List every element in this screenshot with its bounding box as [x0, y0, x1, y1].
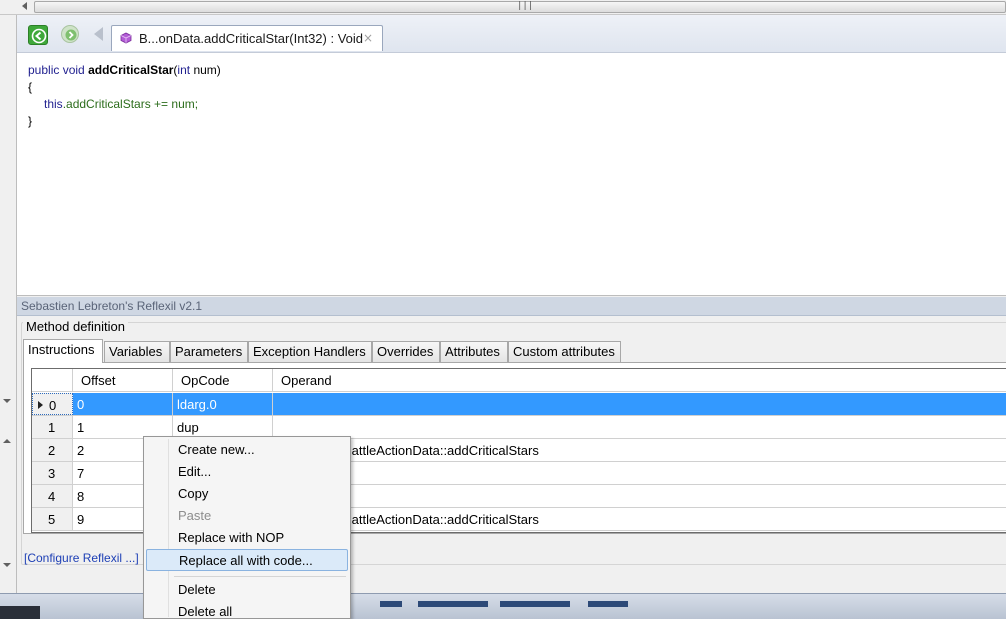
- code-line-brace-open: {: [28, 80, 33, 94]
- menu-item-paste: Paste: [178, 508, 212, 523]
- scrollbar-grip-icon: |||: [517, 1, 534, 11]
- menu-item-edit[interactable]: Edit...: [146, 461, 348, 483]
- code-type[interactable]: int: [177, 63, 190, 77]
- scroll-left-arrow-icon[interactable]: [22, 2, 27, 10]
- tab-parameters[interactable]: Parameters: [170, 341, 248, 362]
- menu-item-delete[interactable]: Delete: [146, 579, 348, 601]
- taskbar-item[interactable]: [380, 601, 402, 607]
- column-header-operand[interactable]: Operand: [273, 369, 1006, 392]
- code-keyword: void: [62, 63, 85, 77]
- cell-offset[interactable]: 1: [73, 416, 173, 438]
- left-tree-panel: [0, 15, 17, 593]
- cell-opcode[interactable]: dup: [173, 416, 273, 438]
- code-method-name[interactable]: addCriticalStar: [88, 63, 173, 77]
- code-keyword: this: [44, 97, 63, 111]
- cell-operand[interactable]: BattleActionData::addCriticalStars: [273, 508, 1006, 530]
- grid-context-menu: Create new... Edit... Copy Paste Replace…: [143, 436, 351, 619]
- configure-reflexil-link[interactable]: [Configure Reflexil ...]: [24, 551, 139, 565]
- method-icon: [120, 32, 132, 44]
- code-statement[interactable]: .addCriticalStars += num;: [63, 97, 198, 111]
- reflexil-title: Sebastien Lebreton's Reflexil v2.1: [17, 297, 1006, 316]
- close-icon[interactable]: ×: [363, 31, 373, 45]
- current-row-arrow-icon: [38, 401, 43, 409]
- menu-item-create-new[interactable]: Create new...: [146, 439, 348, 461]
- row-header[interactable]: 4: [32, 485, 73, 507]
- cell-operand[interactable]: BattleActionData::addCriticalStars: [273, 439, 1006, 461]
- cell-offset[interactable]: 0: [73, 393, 173, 415]
- code-line-body: this.addCriticalStars += num;: [44, 97, 198, 111]
- tab-method-addCriticalStar[interactable]: B...onData.addCriticalStar(Int32) : Void…: [111, 25, 383, 51]
- taskbar-item[interactable]: [588, 601, 628, 607]
- row-header[interactable]: 1: [32, 416, 73, 438]
- back-arrow-icon[interactable]: [28, 25, 48, 45]
- horizontal-scrollbar[interactable]: |||: [0, 0, 1006, 15]
- tab-attributes[interactable]: Attributes: [440, 341, 508, 362]
- tab-scroll-left-icon[interactable]: [94, 27, 103, 41]
- forward-arrow-icon[interactable]: [61, 25, 79, 43]
- menu-separator: [174, 576, 346, 577]
- cell-operand[interactable]: [273, 416, 1006, 438]
- column-header-offset[interactable]: Offset: [73, 369, 173, 392]
- scroll-down-arrow-icon[interactable]: [3, 563, 11, 567]
- cell-operand[interactable]: [273, 462, 1006, 484]
- code-line-signature: public void addCriticalStar(int num): [28, 63, 221, 77]
- row-header-corner: [32, 369, 73, 392]
- row-header[interactable]: 2: [32, 439, 73, 461]
- menu-item-replace-with-nop[interactable]: Replace with NOP: [146, 527, 348, 549]
- code-view[interactable]: public void addCriticalStar(int num) { t…: [17, 53, 1006, 296]
- taskbar-item[interactable]: [418, 601, 488, 607]
- code-punct: ): [216, 63, 221, 77]
- menu-item-copy[interactable]: Copy: [146, 483, 348, 505]
- group-label: Method definition: [23, 319, 129, 334]
- row-header[interactable]: 3: [32, 462, 73, 484]
- scroll-down-arrow-icon[interactable]: [3, 399, 11, 403]
- table-row[interactable]: 0 0 ldarg.0: [32, 393, 1006, 416]
- code-line-brace-close: }: [28, 114, 33, 128]
- cell-operand[interactable]: [273, 485, 1006, 507]
- cell-operand[interactable]: [273, 393, 1006, 415]
- tab-exception-handlers[interactable]: Exception Handlers: [248, 341, 372, 362]
- tab-variables[interactable]: Variables: [104, 341, 170, 362]
- grid-header: Offset OpCode Operand: [32, 369, 1006, 392]
- row-header[interactable]: 5: [32, 508, 73, 530]
- scroll-up-arrow-icon[interactable]: [3, 439, 11, 443]
- cell-opcode[interactable]: ldarg.0: [173, 393, 273, 415]
- menu-item-delete-all[interactable]: Delete all: [146, 601, 348, 619]
- document-toolbar: B...onData.addCriticalStar(Int32) : Void…: [17, 15, 1006, 53]
- menu-item-replace-all-with-code[interactable]: Replace all with code...: [146, 549, 348, 571]
- taskbar-item[interactable]: [500, 601, 570, 607]
- row-index: 0: [49, 398, 57, 413]
- row-header[interactable]: 0: [32, 393, 73, 415]
- code-param: num: [193, 63, 217, 77]
- tab-custom-attributes[interactable]: Custom attributes: [508, 341, 621, 362]
- taskbar-edge: [0, 606, 40, 619]
- column-header-opcode[interactable]: OpCode: [173, 369, 273, 392]
- tab-instructions[interactable]: Instructions: [23, 339, 103, 363]
- tab-label: B...onData.addCriticalStar(Int32) : Void: [139, 31, 364, 46]
- tab-overrides[interactable]: Overrides: [372, 341, 440, 362]
- code-keyword: public: [28, 63, 60, 77]
